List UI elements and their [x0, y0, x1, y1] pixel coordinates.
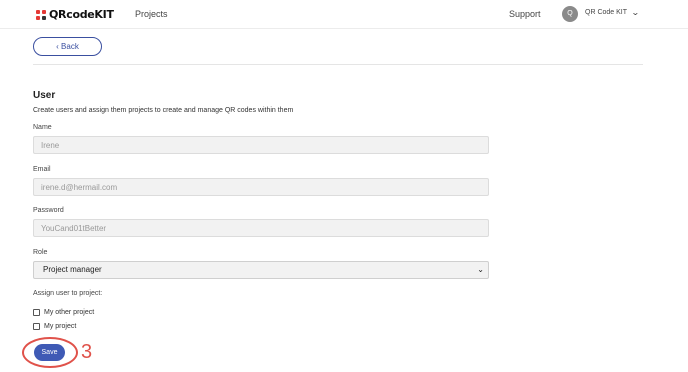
nav-link-projects[interactable]: Projects: [135, 9, 168, 19]
project-checkbox-row[interactable]: My project: [33, 323, 76, 330]
page-title: User: [33, 90, 56, 101]
role-select[interactable]: Project manager ⌄: [33, 261, 489, 279]
project-checkbox-label: My other project: [44, 309, 95, 316]
step-number-annotation: 3: [81, 341, 93, 363]
name-label: Name: [33, 124, 52, 131]
project-checkbox-row[interactable]: My other project: [33, 309, 94, 316]
chevron-down-icon[interactable]: ⌄: [631, 8, 640, 17]
project-checkbox[interactable]: [33, 309, 40, 316]
account-name[interactable]: QR Code KIT: [585, 9, 627, 16]
project-checkbox-label: My project: [44, 323, 77, 330]
qrcodekit-logo[interactable]: QRcodeKIT: [36, 8, 114, 21]
role-label: Role: [33, 249, 48, 256]
email-field[interactable]: [33, 178, 489, 196]
role-selected-value: Project manager: [43, 265, 102, 274]
section-divider: [33, 64, 643, 65]
qr-logo-icon: [36, 9, 46, 20]
back-button[interactable]: ‹ Back: [33, 37, 102, 56]
password-field[interactable]: [33, 219, 489, 237]
save-button[interactable]: Save: [34, 344, 65, 361]
nav-link-support[interactable]: Support: [509, 9, 541, 19]
chevron-down-icon: ⌄: [477, 265, 484, 274]
assign-projects-label: Assign user to project:: [33, 290, 103, 297]
email-label: Email: [33, 166, 51, 173]
top-navigation-bar: QRcodeKIT Projects Support Q QR Code KIT…: [0, 0, 688, 29]
project-checkbox[interactable]: [33, 323, 40, 330]
name-field[interactable]: [33, 136, 489, 154]
password-label: Password: [33, 207, 64, 214]
avatar[interactable]: Q: [562, 6, 578, 22]
logo-text: QRcodeKIT: [49, 8, 114, 21]
page-description: Create users and assign them projects to…: [33, 107, 294, 114]
